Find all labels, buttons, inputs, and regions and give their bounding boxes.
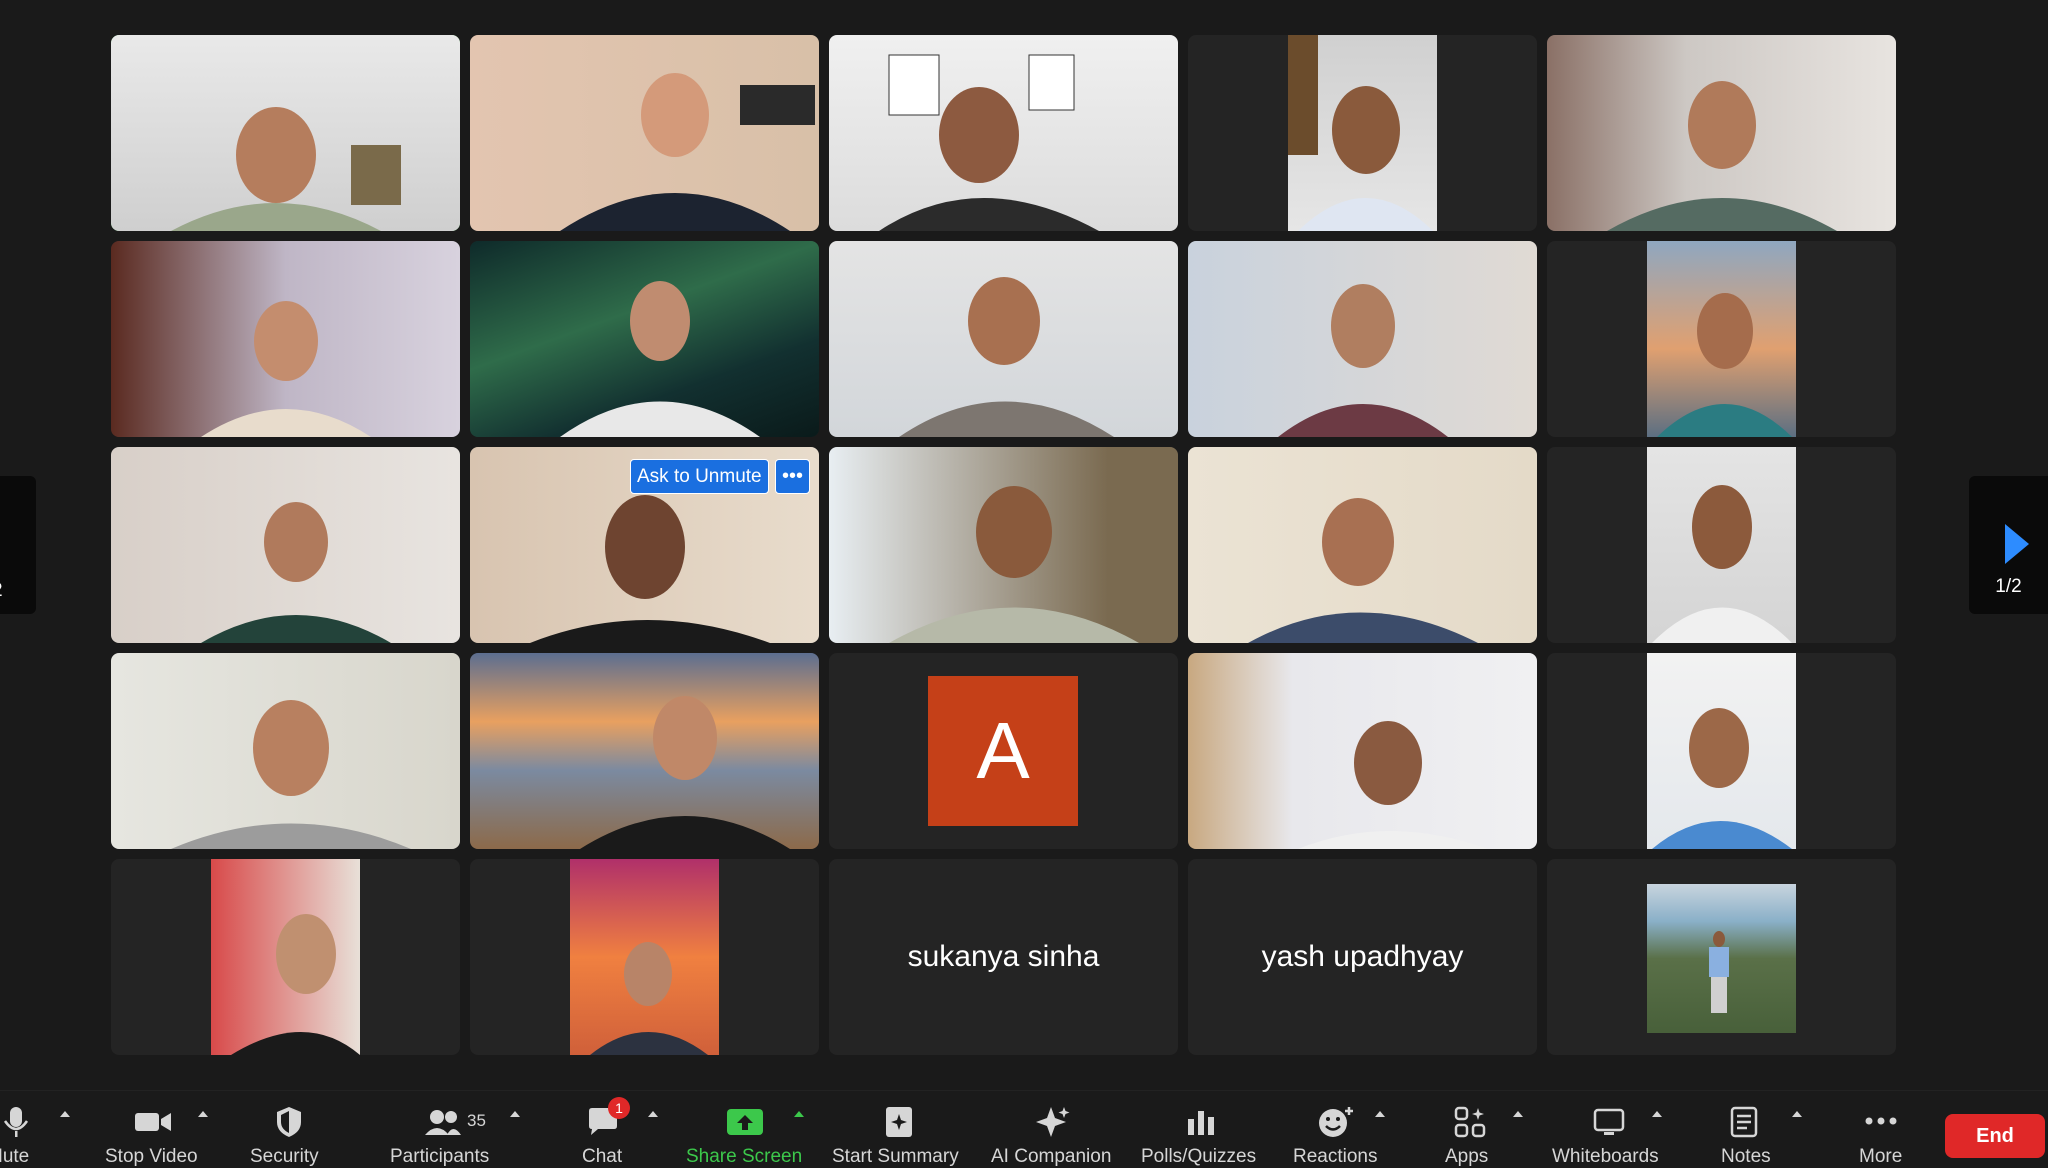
microphone-icon [3,1107,29,1137]
whiteboard-icon [1593,1108,1625,1135]
participant-avatar: A [928,676,1078,826]
chat-button[interactable]: 1 Chat [580,1091,640,1167]
video-camera-icon [135,1113,171,1131]
page-indicator-left: 2 [0,580,3,602]
chat-unread-badge: 1 [608,1097,630,1119]
participant-tile[interactable] [1547,859,1896,1055]
participant-tile[interactable]: sukanya sinha [829,859,1178,1055]
summary-icon [886,1107,912,1137]
participant-tile[interactable]: A [829,653,1178,849]
participant-tile[interactable]: yash upadhyay [1188,859,1537,1055]
more-button[interactable]: More [1850,1091,1910,1167]
smiley-icon [1319,1107,1353,1137]
ai-companion-button[interactable]: AI Companion [990,1091,1120,1167]
mute-button[interactable]: Mute [0,1091,45,1167]
apps-button[interactable]: Apps [1440,1091,1500,1167]
participant-tile[interactable] [470,35,819,231]
whiteboards-options-caret[interactable] [1652,1111,1662,1117]
participants-options-caret[interactable] [510,1111,520,1117]
tile-more-options-button[interactable]: ••• [775,459,810,494]
apps-icon [1454,1106,1486,1138]
participant-tile[interactable] [1188,447,1537,643]
participants-count: 35 [467,1111,486,1130]
participant-tile[interactable] [1188,241,1537,437]
participant-tile[interactable] [111,859,460,1055]
apps-options-caret[interactable] [1513,1111,1523,1117]
polls-quizzes-button[interactable]: Polls/Quizzes [1140,1091,1265,1167]
participant-name: sukanya sinha [907,940,1100,973]
participant-video [1298,721,1488,849]
participant-video [1709,931,1729,1013]
page-indicator: 1/2 [1995,576,2022,597]
participant-video [171,700,411,849]
participant-video [201,301,371,437]
participant-video [1248,498,1478,643]
whiteboards-button[interactable]: Whiteboards [1550,1091,1665,1167]
notes-icon [1730,1106,1758,1138]
meeting-toolbar: Mute Stop Video Security 35 Participants [0,1090,2048,1167]
participant-tile[interactable] [1547,241,1896,437]
participant-video [201,502,391,643]
next-page-button[interactable]: 1/2 [1969,476,2048,614]
participant-video [1278,284,1448,437]
video-options-caret[interactable] [198,1111,208,1117]
participant-tile[interactable] [1188,35,1537,231]
participant-video [1652,708,1792,849]
share-screen-button[interactable]: Share Screen [685,1091,805,1167]
participant-video [1657,293,1792,437]
participant-video [560,281,760,437]
participant-tile[interactable] [470,653,819,849]
participant-tile[interactable] [1547,447,1896,643]
participant-tile[interactable] [470,859,819,1055]
participant-tile[interactable] [829,447,1178,643]
more-icon [1865,1117,1897,1125]
participant-tile[interactable] [111,35,460,231]
participant-tile[interactable] [470,241,819,437]
ask-to-unmute-button[interactable]: Ask to Unmute [630,459,769,494]
participant-tile[interactable] [111,653,460,849]
participant-video [879,54,1099,231]
reactions-button[interactable]: Reactions [1290,1091,1385,1167]
previous-page-button[interactable]: 2 [0,476,36,614]
video-gallery: A sukanya sinha yash upadhyay Ask to Unm… [0,0,2048,1090]
bar-chart-icon [1188,1111,1214,1135]
participant-video [889,486,1139,643]
participant-video [231,914,360,1055]
participant-video [1607,81,1837,231]
participant-tile[interactable] [111,241,460,437]
participant-name: yash upadhyay [1261,940,1464,973]
participant-video [590,942,708,1055]
notes-options-caret[interactable] [1792,1111,1802,1117]
participant-video [1288,35,1433,231]
participants-icon [425,1110,461,1135]
participant-video [580,696,790,849]
sparkle-icon [1036,1107,1070,1137]
chat-options-caret[interactable] [648,1111,658,1117]
reactions-options-caret[interactable] [1375,1111,1385,1117]
participant-tile[interactable] [111,447,460,643]
participants-button[interactable]: 35 Participants [390,1091,510,1167]
participant-tile[interactable] [829,241,1178,437]
chevron-right-icon [2005,524,2029,564]
end-meeting-button[interactable]: End [1945,1114,2045,1158]
share-screen-icon [727,1109,763,1135]
mute-options-caret[interactable] [60,1111,70,1117]
shield-icon [277,1107,301,1137]
participant-tile[interactable] [829,35,1178,231]
security-button[interactable]: Security [250,1091,330,1167]
participant-video [1652,485,1792,643]
start-summary-button[interactable]: Start Summary [830,1091,970,1167]
participant-video [171,107,401,231]
stop-video-button[interactable]: Stop Video [100,1091,200,1167]
participant-tile[interactable] [1188,653,1537,849]
participant-video [899,277,1114,437]
share-options-caret[interactable] [794,1111,804,1117]
participant-video [560,73,815,231]
notes-button[interactable]: Notes [1715,1091,1785,1167]
participant-tile[interactable] [1547,653,1896,849]
participant-tile[interactable] [1547,35,1896,231]
